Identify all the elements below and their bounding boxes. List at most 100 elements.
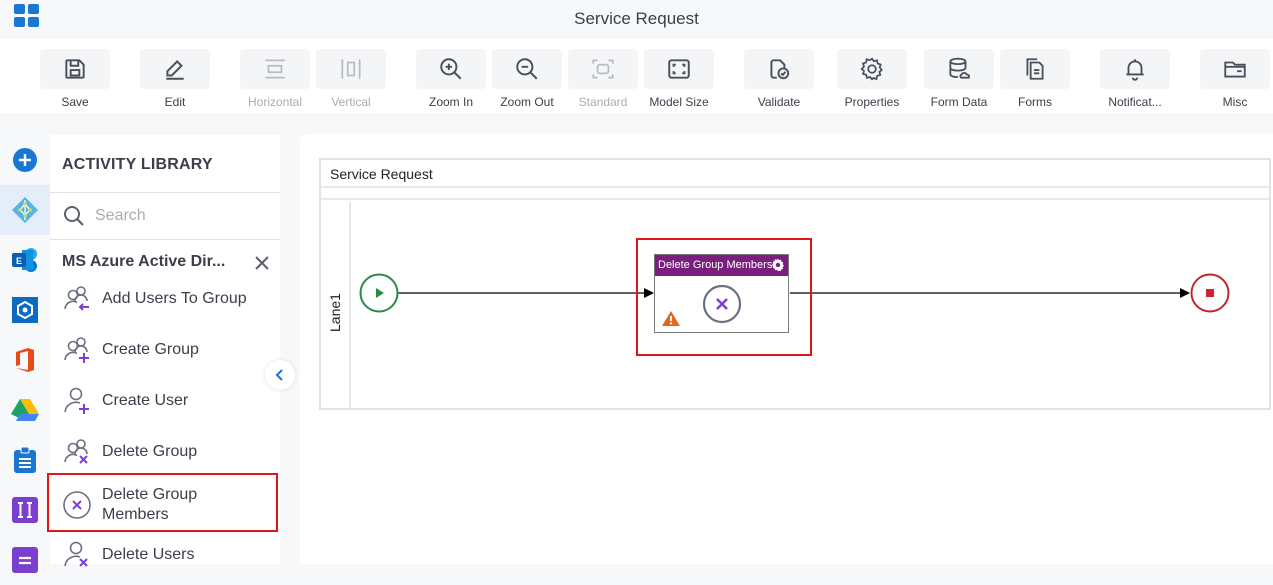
text-cursor-icon bbox=[12, 497, 38, 523]
notifications-button[interactable]: Notificat... bbox=[1100, 49, 1170, 109]
library-item-label: Delete Users bbox=[102, 546, 195, 563]
library-title: ACTIVITY LIBRARY bbox=[62, 156, 213, 173]
misc-button[interactable]: Misc bbox=[1200, 49, 1270, 109]
library-item-delete-users[interactable]: Delete Users bbox=[50, 531, 280, 579]
library-item-label: Create Group bbox=[102, 341, 199, 358]
menu-icon bbox=[12, 547, 38, 573]
bell-icon bbox=[1126, 59, 1144, 81]
library-search bbox=[50, 193, 280, 239]
plus-circle-icon bbox=[13, 148, 37, 172]
zoom-in-icon bbox=[440, 58, 462, 80]
divider bbox=[50, 239, 280, 240]
integration-rail: E bbox=[0, 135, 50, 573]
standard-button[interactable]: Standard bbox=[568, 49, 638, 109]
save-icon bbox=[65, 59, 85, 79]
users-arrow-icon bbox=[64, 286, 89, 311]
search-input[interactable] bbox=[95, 207, 245, 225]
lane-header[interactable]: Lane1 bbox=[321, 202, 351, 410]
validate-icon bbox=[770, 59, 790, 80]
azure-ad-icon bbox=[12, 197, 38, 223]
rail-item-menu[interactable] bbox=[0, 535, 50, 585]
notifications-label: Notificat... bbox=[1108, 95, 1162, 109]
vertical-label: Vertical bbox=[331, 95, 371, 109]
save-label: Save bbox=[61, 95, 89, 109]
circle-x-icon bbox=[702, 284, 742, 324]
circle-x-icon bbox=[63, 491, 91, 519]
edit-button[interactable]: Edit bbox=[140, 49, 210, 109]
library-item-delete-group-members[interactable]: Delete Group Members bbox=[50, 479, 280, 531]
library-item-label: Delete Group bbox=[102, 443, 198, 460]
form-data-button[interactable]: Form Data bbox=[924, 49, 994, 109]
zoom-in-button[interactable]: Zoom In bbox=[416, 49, 486, 109]
activity-library-panel: ACTIVITY LIBRARY MS Azure Active Dir... … bbox=[50, 135, 280, 567]
standard-label: Standard bbox=[578, 95, 628, 109]
library-item-create-group[interactable]: Create Group bbox=[50, 326, 280, 374]
office-icon bbox=[16, 348, 34, 372]
horizontal-label: Horizontal bbox=[247, 95, 303, 109]
pool[interactable]: Service Request Lane1 bbox=[319, 158, 1271, 410]
forms-label: Forms bbox=[1018, 95, 1052, 109]
users-plus-icon bbox=[64, 337, 89, 363]
rail-item-service[interactable] bbox=[0, 285, 50, 335]
zoom-out-icon bbox=[516, 58, 538, 80]
window-title: Service Request bbox=[574, 9, 699, 28]
folder-icon bbox=[1224, 61, 1246, 78]
pool-divider bbox=[321, 190, 1269, 200]
misc-label: Misc bbox=[1222, 95, 1248, 109]
library-item-delete-group[interactable]: Delete Group bbox=[50, 428, 280, 476]
title-bar: Service Request bbox=[0, 0, 1273, 39]
vertical-button[interactable]: Vertical bbox=[316, 49, 386, 109]
search-icon bbox=[64, 206, 84, 226]
close-icon[interactable] bbox=[253, 254, 271, 272]
clipboard-icon bbox=[14, 446, 36, 473]
rail-item-azure-ad[interactable] bbox=[0, 185, 50, 235]
rail-item-office-365[interactable] bbox=[0, 335, 50, 385]
vertical-layout-icon bbox=[341, 59, 361, 79]
svg-text:E: E bbox=[16, 256, 22, 266]
gear-icon bbox=[860, 57, 883, 81]
user-plus-icon bbox=[64, 387, 89, 414]
horizontal-button[interactable]: Horizontal bbox=[240, 49, 310, 109]
pool-header: Service Request bbox=[321, 160, 1269, 188]
warning-icon bbox=[662, 311, 680, 326]
rail-item-text-field[interactable] bbox=[0, 485, 50, 535]
gear-icon[interactable] bbox=[771, 258, 785, 272]
form-data-label: Form Data bbox=[930, 95, 988, 109]
rail-item-add[interactable] bbox=[0, 135, 50, 185]
rail-item-exchange[interactable]: E bbox=[0, 235, 50, 285]
model-size-button[interactable]: Model Size bbox=[644, 49, 714, 109]
library-item-label: Delete Group Members bbox=[102, 486, 198, 523]
forms-icon bbox=[1026, 58, 1044, 80]
rail-item-google-drive[interactable] bbox=[0, 385, 50, 435]
zoom-out-button[interactable]: Zoom Out bbox=[492, 49, 562, 109]
collapse-panel-button[interactable] bbox=[265, 360, 295, 390]
model-size-label: Model Size bbox=[649, 95, 709, 109]
validate-button[interactable]: Validate bbox=[744, 49, 814, 109]
start-event[interactable] bbox=[359, 273, 399, 313]
properties-label: Properties bbox=[844, 95, 900, 109]
edit-label: Edit bbox=[164, 95, 186, 109]
end-event[interactable] bbox=[1190, 273, 1230, 313]
pencil-icon bbox=[166, 60, 184, 80]
hexagon-icon bbox=[12, 297, 38, 323]
toolbar: Save Edit Horizontal Vertical Zoom In Zo… bbox=[0, 39, 1273, 113]
chevron-left-icon bbox=[275, 369, 283, 381]
properties-button[interactable]: Properties bbox=[837, 49, 907, 109]
standard-size-icon bbox=[592, 59, 614, 79]
rail-item-clipboard[interactable] bbox=[0, 435, 50, 485]
users-x-icon bbox=[64, 439, 88, 464]
task-delete-group-members[interactable]: Delete Group Members... bbox=[654, 254, 789, 333]
library-item-label: Add Users To Group bbox=[102, 290, 247, 307]
validate-label: Validate bbox=[757, 95, 801, 109]
task-header: Delete Group Members... bbox=[655, 255, 788, 276]
lane-label: Lane1 bbox=[327, 293, 343, 332]
stop-icon bbox=[1206, 289, 1214, 297]
library-item-create-user[interactable]: Create User bbox=[50, 377, 280, 425]
forms-button[interactable]: Forms bbox=[1000, 49, 1070, 109]
zoom-in-label: Zoom In bbox=[428, 95, 473, 109]
zoom-out-label: Zoom Out bbox=[500, 95, 554, 109]
library-item-add-users-to-group[interactable]: Add Users To Group bbox=[50, 275, 280, 323]
horizontal-layout-icon bbox=[265, 59, 285, 79]
pool-title: Service Request bbox=[330, 166, 433, 182]
save-button[interactable]: Save bbox=[40, 49, 110, 109]
